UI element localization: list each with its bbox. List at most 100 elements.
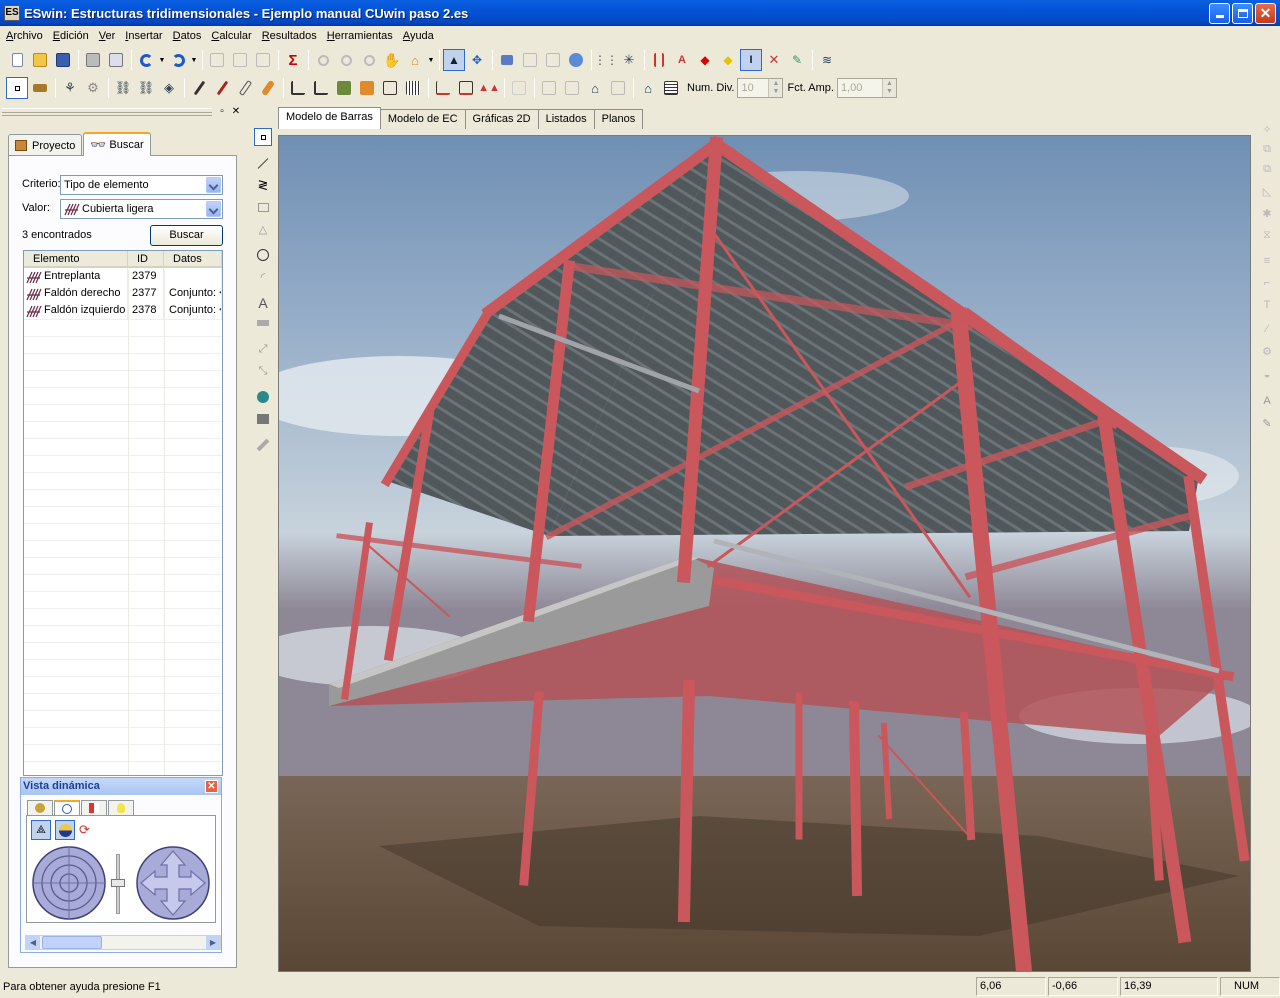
right-tool-7[interactable]: ≡ [1258,252,1276,270]
deformed-button[interactable]: ◆ [694,49,716,71]
close-button[interactable]: ✕ [1255,2,1276,24]
open-button[interactable] [29,49,51,71]
truss-button[interactable]: ⛓ [135,77,157,99]
menu-calcular[interactable]: Calcular [207,30,257,42]
render-button[interactable]: ✥ [466,49,488,71]
right-tool-13[interactable]: A [1258,392,1276,410]
right-tool-6[interactable]: ⧖ [1258,226,1276,244]
menu-archivo[interactable]: Archivo [2,30,49,42]
table-row[interactable]: Faldón derecho 2377 Conjunto: < [24,285,222,302]
menu-edicion[interactable]: Edición [49,30,95,42]
scroll-left-button[interactable]: ◀ [26,936,40,949]
tab-listados[interactable]: Listados [537,109,595,129]
chevron-down-icon[interactable] [206,201,221,217]
undo-button[interactable] [135,49,157,71]
arc-tool[interactable]: ◜ [254,268,272,286]
spinner-arrows-icon[interactable]: ▲ ▼ [768,79,783,97]
tab-color[interactable] [81,800,107,815]
line-tool[interactable] [254,154,272,172]
grid-button[interactable]: ⋮⋮ [594,49,618,71]
polygon-tool[interactable]: △ [254,220,272,238]
support-button[interactable]: ⚙ [82,77,104,99]
right-tool-5[interactable]: ✱ [1258,204,1276,222]
right-tool-8[interactable]: ⌐ [1258,274,1276,292]
save-button[interactable] [52,49,74,71]
maximize-button[interactable] [1232,2,1253,24]
right-tool-11[interactable]: ⚙ [1258,342,1276,360]
scroll-thumb[interactable] [42,936,102,949]
comment-button[interactable]: ✎ [786,49,808,71]
view-dropdown[interactable]: ▼ [427,49,435,71]
beam-red-button[interactable] [211,77,233,99]
pan-button[interactable]: ✋ [381,49,403,71]
rectangle-tool[interactable] [254,198,272,216]
polyline-tool[interactable]: ≷ [254,176,272,194]
section-button[interactable]: I [740,49,762,71]
select-button[interactable] [6,77,28,99]
leader-tool[interactable]: ⤡ [254,362,272,380]
sum-button[interactable]: Σ [282,49,304,71]
floor-button[interactable] [402,77,424,99]
disabled-d-button[interactable] [607,77,629,99]
tab-planos[interactable]: Planos [593,109,644,129]
valor-select[interactable]: Cubierta ligera [60,199,223,219]
right-tool-3[interactable]: ⧉ [1258,160,1276,178]
tab-light[interactable] [27,800,53,815]
refresh-button[interactable] [565,49,587,71]
right-tool-1[interactable]: ✧ [1258,120,1276,138]
node-button[interactable]: ⚘ [59,77,81,99]
moments-button[interactable]: A [671,49,693,71]
pointer-tool[interactable] [254,128,272,146]
dynamic-view-scrollbar[interactable]: ◀ ▶ [25,935,221,950]
stress-button[interactable]: ◆ [717,49,739,71]
panel-restore-button[interactable]: ▫ [216,106,228,118]
zoom-slider-thumb[interactable] [111,879,125,887]
zoom-out-button[interactable] [335,49,357,71]
panel-grip[interactable] [2,108,212,116]
roof-button[interactable] [287,77,309,99]
right-tool-14[interactable]: ✎ [1258,414,1276,432]
tab-buscar[interactable]: 👓 Buscar [83,132,151,156]
print-button[interactable] [82,49,104,71]
zoom-in-button[interactable] [312,49,334,71]
home-view-button[interactable]: ⌂ [404,49,426,71]
undo-dropdown[interactable]: ▼ [158,49,166,71]
table-row[interactable]: Faldón izquierdo 2378 Conjunto: < [24,302,222,319]
col-id[interactable]: ID [128,251,164,266]
minimize-button[interactable] [1209,2,1230,24]
tab-proyecto[interactable]: Proyecto [8,134,83,156]
menu-ayuda[interactable]: Ayuda [399,30,440,42]
wall-button[interactable] [333,77,355,99]
menu-insertar[interactable]: Insertar [121,30,168,42]
tab-modelo-barras[interactable]: Modelo de Barras [278,107,381,129]
right-tool-2[interactable]: ⧉ [1258,140,1276,158]
pan-dial[interactable] [133,843,213,923]
measure-tool[interactable] [254,436,272,454]
redo-button[interactable] [167,49,189,71]
right-tool-9[interactable]: T [1258,296,1276,314]
zoom-window-button[interactable] [358,49,380,71]
table-row[interactable]: Entreplanta 2379 [24,268,222,285]
loads-button[interactable] [648,49,670,71]
criterio-select[interactable]: Tipo de elemento [60,175,223,195]
deck-button[interactable] [356,77,378,99]
zoom-slider[interactable] [111,854,125,914]
menu-datos[interactable]: Datos [169,30,208,42]
right-tool-4[interactable]: ◺ [1258,182,1276,200]
panel-button[interactable] [379,77,401,99]
circle-tool[interactable] [254,246,272,264]
right-tool-12[interactable]: ◒ [1258,366,1276,384]
dimension-tool[interactable]: ⤢ [254,340,272,358]
axes-button[interactable] [496,49,518,71]
globe-toggle[interactable] [55,820,75,840]
search-button[interactable]: Buscar [150,225,223,246]
menu-resultados[interactable]: Resultados [258,30,323,42]
list-button[interactable] [660,77,682,99]
load-wind-button[interactable]: ▲▲ [478,77,500,99]
bar-button[interactable]: ⛓ [112,77,134,99]
panel-close-button[interactable]: ✕ [230,106,242,118]
paste-button[interactable] [252,49,274,71]
load-line-button[interactable] [432,77,454,99]
slab-button[interactable] [29,77,51,99]
fct-amp-spinner[interactable]: 1,00 ▲ ▼ [836,78,897,98]
